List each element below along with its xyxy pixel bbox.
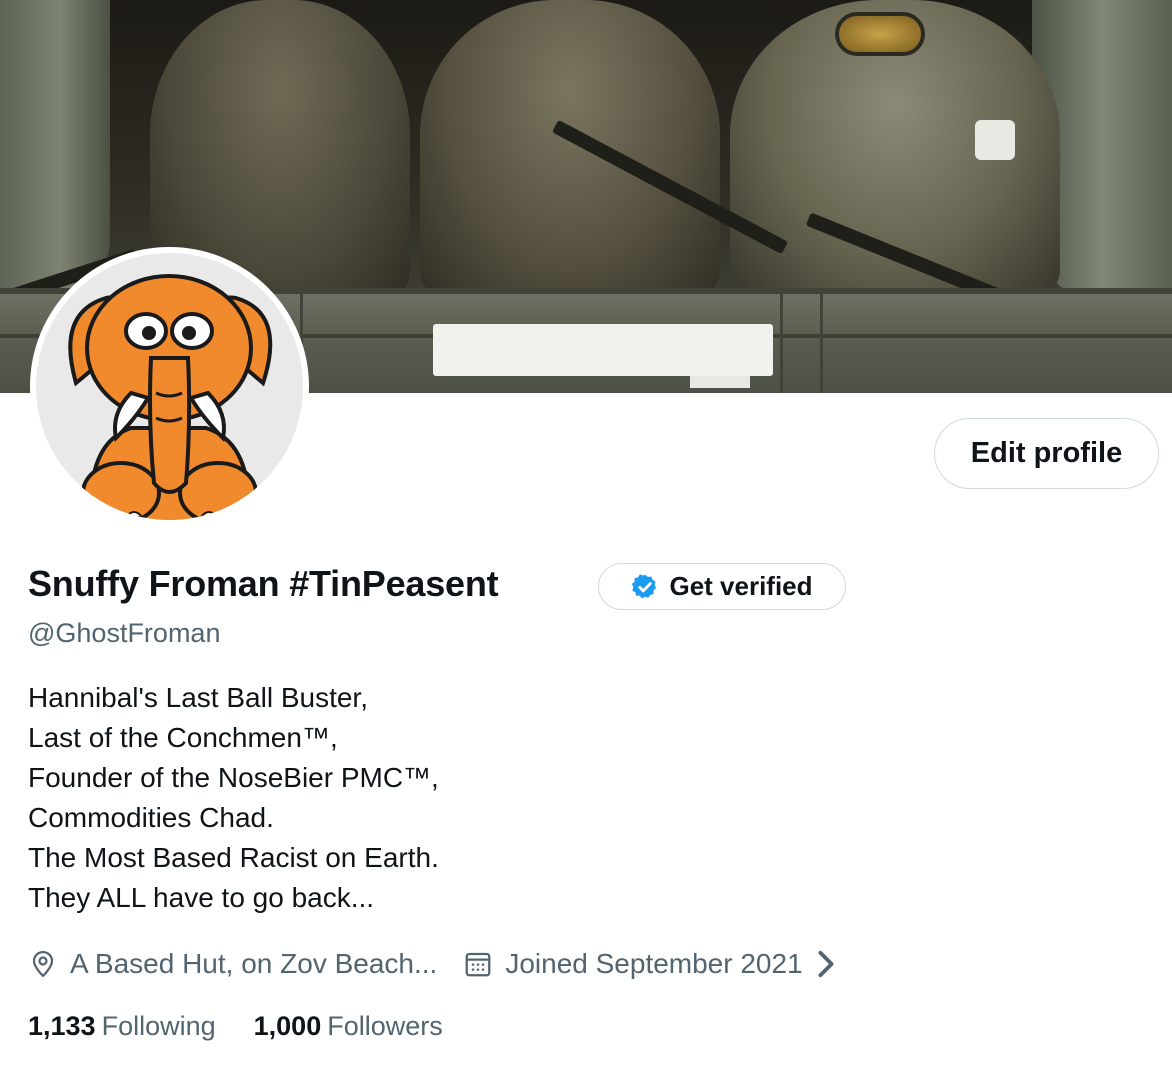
bio-line: They ALL have to go back... bbox=[28, 882, 375, 913]
bio-line: Commodities Chad. bbox=[28, 802, 274, 833]
banner-armband bbox=[975, 120, 1015, 160]
bio-line: The Most Based Racist on Earth. bbox=[28, 842, 439, 873]
user-handle: @GhostFroman bbox=[28, 618, 221, 648]
location-text: A Based Hut, on Zov Beach... bbox=[70, 948, 438, 979]
banner-goggles bbox=[835, 12, 925, 56]
banner-panel-line bbox=[780, 294, 783, 393]
bio-line: Founder of the NoseBier PMC™, bbox=[28, 762, 439, 793]
calendar-icon bbox=[465, 952, 491, 977]
elephant-avatar-icon bbox=[68, 274, 273, 520]
avatar[interactable] bbox=[30, 247, 309, 526]
avatar-image bbox=[36, 253, 303, 520]
display-name: Snuffy Froman #TinPeasent bbox=[28, 563, 499, 604]
chevron-right-icon bbox=[818, 950, 834, 978]
profile-joined-date[interactable]: Joined September 2021 bbox=[463, 948, 852, 980]
verified-badge-icon bbox=[632, 573, 657, 598]
edit-profile-button[interactable]: Edit profile bbox=[934, 418, 1159, 489]
profile-bio: Hannibal's Last Ball Buster, Last of the… bbox=[28, 678, 628, 918]
following-count: 1,133 bbox=[28, 1011, 96, 1041]
profile-meta: A Based Hut, on Zov Beach... Joined Sept… bbox=[28, 943, 853, 985]
banner-panel-line bbox=[820, 294, 823, 393]
get-verified-button[interactable]: Get verified bbox=[598, 563, 846, 610]
banner-white-patch bbox=[433, 324, 773, 376]
bio-line: Hannibal's Last Ball Buster, bbox=[28, 682, 368, 713]
joined-text: Joined September 2021 bbox=[505, 948, 803, 979]
following-link[interactable]: 1,133 Following bbox=[28, 1011, 216, 1042]
followers-count: 1,000 bbox=[253, 1011, 322, 1041]
follow-stats: 1,133 Following 1,000 Followers bbox=[28, 1011, 481, 1042]
followers-label: Followers bbox=[327, 1011, 443, 1041]
banner-white-patch-small bbox=[690, 376, 750, 388]
get-verified-label: Get verified bbox=[669, 571, 813, 601]
profile-location: A Based Hut, on Zov Beach... bbox=[28, 948, 437, 980]
following-label: Following bbox=[101, 1011, 216, 1041]
bio-line: Last of the Conchmen™, bbox=[28, 722, 338, 753]
banner-figure-2 bbox=[420, 0, 720, 300]
followers-link[interactable]: 1,000 Followers bbox=[254, 1011, 443, 1042]
location-pin-icon bbox=[32, 950, 54, 978]
